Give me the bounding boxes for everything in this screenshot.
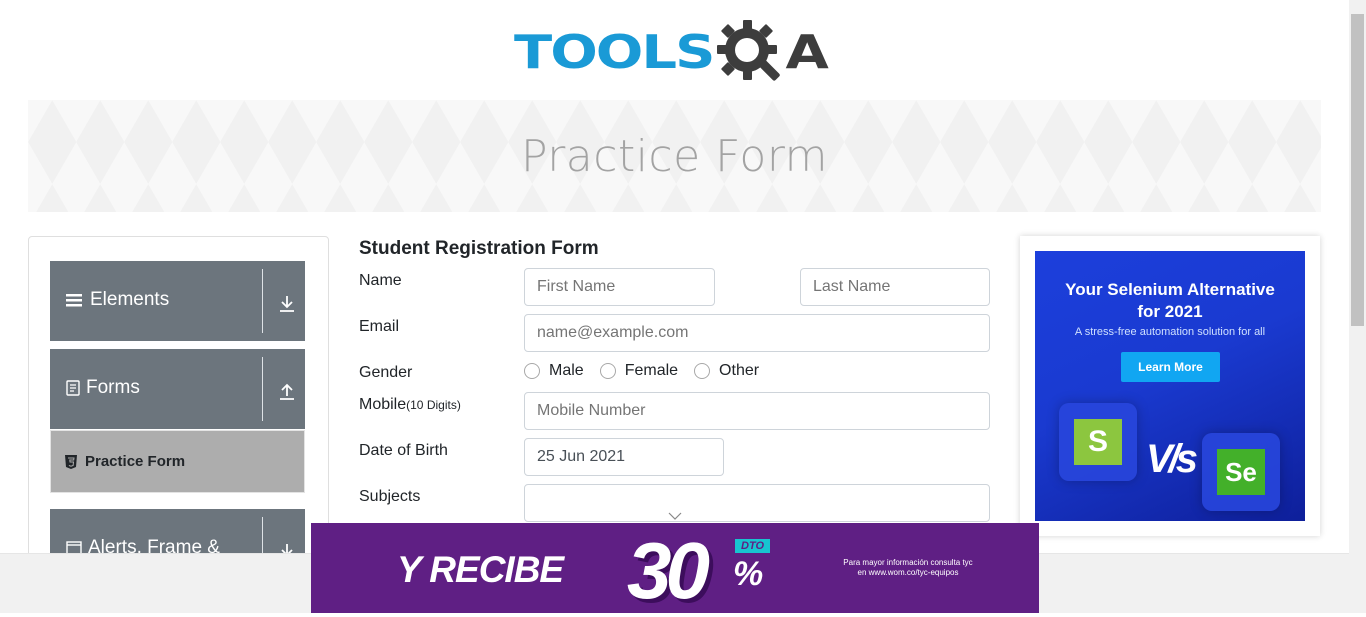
radio-label[interactable]: Female — [625, 362, 678, 380]
ad-terms-line2: en www.wom.co/tyc-equipos — [857, 568, 959, 577]
email-placeholder: name@example.com — [537, 324, 689, 341]
radio-label[interactable]: Male — [549, 362, 584, 380]
sidebar-item-label: Practice Form — [85, 453, 186, 470]
document-icon — [66, 380, 80, 396]
last-name-input[interactable]: Last Name — [800, 268, 990, 306]
form-title: Student Registration Form — [359, 238, 599, 259]
toolsqa-logo[interactable]: TOOLS A — [514, 16, 844, 90]
scrollbar-thumb[interactable] — [1351, 14, 1364, 326]
sidebar-item-practice-form[interactable]: Practice Form — [50, 430, 305, 493]
ad-dto-badge: DTO — [735, 539, 771, 553]
subjects-input[interactable] — [524, 484, 990, 522]
ad-headline-line2: for 2021 — [1137, 302, 1203, 321]
logo-qa-text: A — [785, 25, 828, 80]
sidebar-group-forms[interactable]: Forms — [50, 349, 305, 429]
mobile-placeholder: Mobile Number — [537, 402, 646, 419]
logo-tools-text: TOOLS — [514, 25, 715, 80]
html5-icon — [65, 454, 77, 469]
group-title: Elements — [66, 289, 169, 311]
date-of-birth-input[interactable]: 25 Jun 2021 — [524, 438, 724, 476]
email-input[interactable]: name@example.com — [524, 314, 990, 352]
ad-headline: Your Selenium Alternative for 2021 — [1035, 279, 1305, 323]
left-sidebar: Elements Forms Practice Form Alerts, Fra… — [28, 236, 329, 567]
radio-circle[interactable] — [599, 363, 616, 379]
upload-arrow-icon[interactable] — [278, 383, 296, 401]
name-label: Name — [359, 272, 402, 289]
group-label: Forms — [86, 377, 140, 398]
first-name-placeholder: First Name — [537, 278, 616, 295]
gender-female-radio[interactable]: Female — [599, 362, 678, 380]
selenium-logo-tile: Se — [1202, 433, 1280, 511]
group-divider — [262, 357, 263, 421]
katalon-logo-icon: S — [1074, 419, 1122, 465]
page-banner: Practice Form — [28, 100, 1321, 212]
learn-more-button[interactable]: Learn More — [1121, 352, 1220, 382]
dob-label: Date of Birth — [359, 442, 448, 459]
mobile-input[interactable]: Mobile Number — [524, 392, 990, 430]
ad-headline-line1: Your Selenium Alternative — [1065, 280, 1275, 299]
gender-male-radio[interactable]: Male — [524, 362, 584, 380]
group-title: Forms — [66, 377, 140, 399]
first-name-input[interactable]: First Name — [524, 268, 715, 306]
ad-discount-number: 30 — [627, 526, 710, 615]
ad-terms-line1: Para mayor información consulta tyc — [843, 558, 973, 567]
ad-terms-text: Para mayor información consulta tyc en w… — [833, 558, 983, 578]
subjects-label: Subjects — [359, 488, 421, 505]
mobile-hint: (10 Digits) — [406, 398, 461, 412]
right-ad-container: Your Selenium Alternative for 2021 A str… — [1020, 236, 1320, 536]
page-title: Practice Form — [520, 130, 829, 182]
list-icon — [66, 294, 82, 307]
last-name-placeholder: Last Name — [813, 278, 891, 295]
katalon-logo-tile: S — [1059, 403, 1137, 481]
email-label: Email — [359, 318, 400, 335]
mobile-label-text: Mobile — [359, 396, 407, 413]
bottom-ad-banner[interactable]: Y RECIBE 30 DTO % Para mayor información… — [311, 523, 1039, 615]
vertical-scrollbar[interactable] — [1349, 0, 1366, 613]
radio-label[interactable]: Other — [719, 362, 759, 380]
gender-radio-group: Male Female Other — [524, 362, 775, 380]
gear-magnifier-icon — [717, 20, 781, 81]
ad-percent-sign: % — [733, 555, 764, 593]
mobile-label: Mobile(10 Digits) — [359, 396, 461, 414]
radio-circle[interactable] — [694, 363, 711, 379]
right-ad-banner[interactable]: Your Selenium Alternative for 2021 A str… — [1035, 251, 1305, 521]
gender-label: Gender — [359, 364, 413, 381]
chevron-down-icon[interactable] — [668, 512, 682, 520]
sidebar-group-elements[interactable]: Elements — [50, 261, 305, 341]
ad-subtext: A stress-free automation solution for al… — [1074, 326, 1266, 338]
ad-headline: Y RECIBE — [397, 549, 564, 590]
vs-text: V/s — [1146, 437, 1198, 481]
dob-value: 25 Jun 2021 — [537, 448, 626, 465]
selenium-logo-icon: Se — [1217, 449, 1265, 495]
group-divider — [262, 269, 263, 333]
download-arrow-icon[interactable] — [278, 295, 296, 313]
gender-other-radio[interactable]: Other — [694, 362, 759, 380]
group-label: Elements — [90, 289, 170, 310]
radio-circle[interactable] — [524, 363, 540, 379]
